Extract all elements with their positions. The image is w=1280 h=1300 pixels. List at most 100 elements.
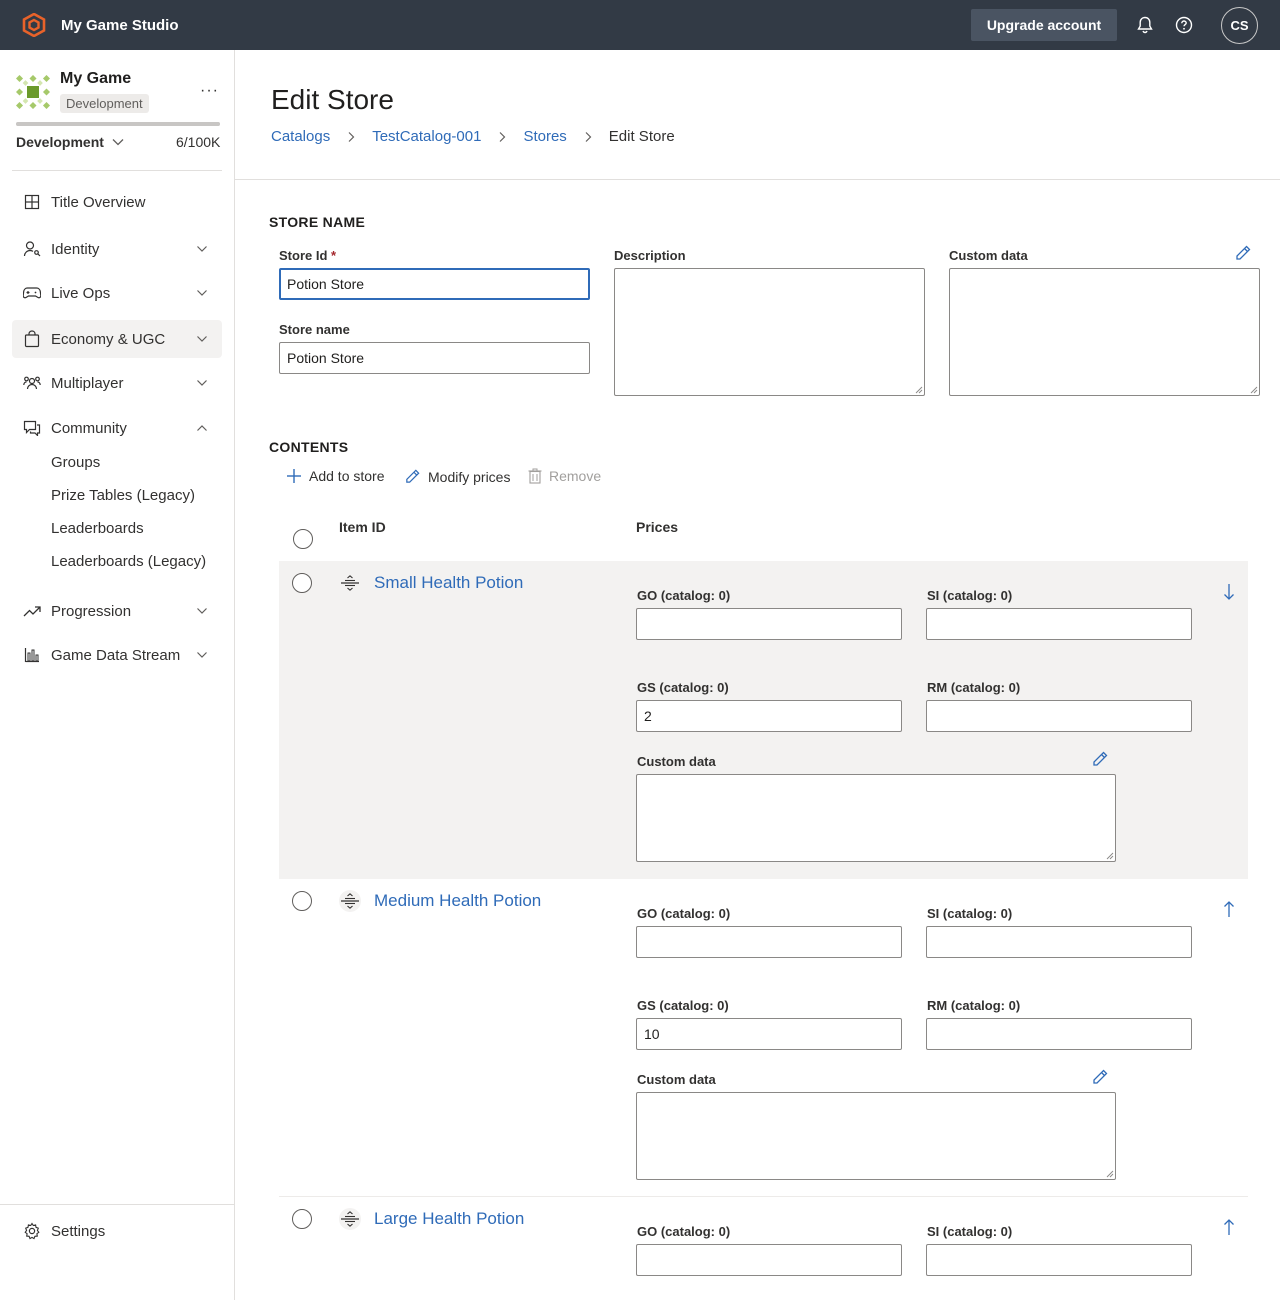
breadcrumb: Catalogs TestCatalog-001 Stores Edit Sto…: [271, 128, 675, 145]
edit-pencil-icon[interactable]: [1091, 750, 1109, 768]
help-icon[interactable]: [1174, 15, 1194, 35]
description-label: Description: [614, 248, 686, 263]
upgrade-account-button[interactable]: Upgrade account: [971, 9, 1117, 41]
move-up-arrow-icon[interactable]: [1222, 899, 1236, 919]
sidebar-item-live-ops[interactable]: Live Ops: [12, 274, 222, 312]
chevron-down-icon: [197, 246, 207, 252]
store-custom-data-textarea[interactable]: [949, 268, 1260, 396]
store-name-section-title: STORE NAME: [269, 214, 366, 230]
price-label-go: GO (catalog: 0): [637, 588, 731, 603]
store-name-input[interactable]: Potion Store: [279, 342, 590, 374]
sidebar-subitem-prize-tables[interactable]: Prize Tables (Legacy): [51, 487, 195, 504]
edit-pencil-icon[interactable]: [1091, 1068, 1109, 1086]
contents-section-title: CONTENTS: [269, 439, 349, 455]
move-up-arrow-icon[interactable]: [1222, 1217, 1236, 1237]
required-marker: *: [331, 248, 337, 263]
sidebar-item-title-overview[interactable]: Title Overview: [12, 183, 222, 221]
row-divider: [279, 1196, 1248, 1197]
sidebar-subitem-groups[interactable]: Groups: [51, 454, 100, 471]
sidebar-item-progression[interactable]: Progression: [12, 592, 222, 630]
price-label-rm: RM (catalog: 0): [927, 998, 1021, 1013]
price-input-rm[interactable]: [926, 1018, 1192, 1050]
breadcrumb-stores[interactable]: Stores: [523, 128, 566, 145]
game-name[interactable]: My Game: [60, 70, 131, 88]
sidebar-item-community[interactable]: Community: [12, 409, 222, 447]
sidebar-subitem-leaderboards[interactable]: Leaderboards: [51, 520, 144, 537]
row-select-radio[interactable]: [292, 1209, 312, 1229]
item-custom-data-textarea[interactable]: [636, 774, 1116, 862]
add-to-store-label: Add to store: [309, 468, 385, 484]
identity-icon: [22, 239, 42, 259]
price-label-gs: GS (catalog: 0): [637, 680, 729, 695]
price-input-gs[interactable]: 2: [636, 700, 902, 732]
price-input-gs[interactable]: 10: [636, 1018, 902, 1050]
environment-select[interactable]: Development: [16, 134, 124, 150]
remove-button[interactable]: Remove: [528, 468, 601, 484]
row-select-radio[interactable]: [292, 891, 312, 911]
gear-icon: [22, 1221, 42, 1241]
edit-pencil-icon[interactable]: [1234, 244, 1252, 262]
drag-handle-icon[interactable]: [339, 1208, 361, 1230]
breadcrumb-current: Edit Store: [608, 128, 675, 145]
sidebar-item-label: Settings: [51, 1222, 106, 1240]
chevron-down-icon: [112, 139, 124, 146]
sidebar-item-economy[interactable]: Economy & UGC: [12, 320, 222, 358]
remove-label: Remove: [549, 468, 602, 484]
price-input-go[interactable]: [636, 1244, 902, 1276]
sidebar-item-multiplayer[interactable]: Multiplayer: [12, 364, 222, 402]
price-input-go[interactable]: [636, 926, 902, 958]
gamepad-icon: [22, 283, 42, 303]
resize-grip-icon[interactable]: [1250, 386, 1258, 394]
price-input-si[interactable]: [926, 608, 1192, 640]
studio-logo-icon[interactable]: [22, 13, 46, 37]
bell-icon[interactable]: [1135, 15, 1155, 35]
sidebar-item-label: Identity: [51, 240, 100, 258]
column-header-prices: Prices: [636, 519, 679, 535]
trash-icon: [528, 468, 542, 484]
drag-handle-icon[interactable]: [339, 572, 361, 594]
sidebar-item-label: Live Ops: [51, 284, 111, 302]
more-options-icon[interactable]: ···: [200, 82, 219, 100]
store-id-input[interactable]: Potion Store: [279, 268, 590, 300]
resize-grip-icon[interactable]: [915, 386, 923, 394]
price-input-rm[interactable]: [926, 700, 1192, 732]
sidebar-item-game-data-stream[interactable]: Game Data Stream: [12, 636, 222, 674]
sidebar-item-identity[interactable]: Identity: [12, 230, 222, 268]
bar-chart-icon: [22, 645, 42, 665]
breadcrumb-testcatalog[interactable]: TestCatalog-001: [372, 128, 481, 145]
chevron-down-icon: [197, 290, 207, 296]
app-title[interactable]: My Game Studio: [61, 17, 179, 34]
plus-icon: [287, 469, 301, 483]
move-down-arrow-icon[interactable]: [1222, 582, 1236, 602]
select-all-radio[interactable]: [293, 529, 313, 549]
breadcrumb-catalogs[interactable]: Catalogs: [271, 128, 330, 145]
chat-icon: [22, 418, 42, 438]
sidebar-item-settings[interactable]: Settings: [12, 1212, 222, 1250]
description-textarea[interactable]: [614, 268, 925, 396]
price-input-go[interactable]: [636, 608, 902, 640]
user-avatar[interactable]: CS: [1221, 7, 1258, 44]
price-label-go: GO (catalog: 0): [637, 1224, 731, 1239]
environment-badge: Development: [60, 94, 149, 113]
item-link[interactable]: Medium Health Potion: [374, 891, 541, 911]
price-input-si[interactable]: [926, 926, 1192, 958]
sidebar-subitem-leaderboards-legacy[interactable]: Leaderboards (Legacy): [51, 553, 206, 570]
drag-handle-icon[interactable]: [339, 890, 361, 912]
item-custom-data-textarea[interactable]: [636, 1092, 1116, 1180]
header-divider: [235, 179, 1280, 180]
modify-prices-button[interactable]: Modify prices: [404, 468, 510, 485]
price-label-si: SI (catalog: 0): [927, 906, 1013, 921]
resize-grip-icon[interactable]: [1106, 1170, 1114, 1178]
add-to-store-button[interactable]: Add to store: [286, 468, 385, 484]
item-link[interactable]: Small Health Potion: [374, 573, 523, 593]
trending-up-icon: [22, 601, 42, 621]
price-input-si[interactable]: [926, 1244, 1192, 1276]
row-select-radio[interactable]: [292, 573, 312, 593]
sidebar-item-label: Progression: [51, 602, 132, 620]
resize-grip-icon[interactable]: [1106, 852, 1114, 860]
chevron-down-icon: [197, 336, 207, 342]
chevron-right-icon: [348, 131, 355, 142]
chevron-down-icon: [197, 608, 207, 614]
grid-icon: [22, 192, 42, 212]
item-link[interactable]: Large Health Potion: [374, 1209, 524, 1229]
